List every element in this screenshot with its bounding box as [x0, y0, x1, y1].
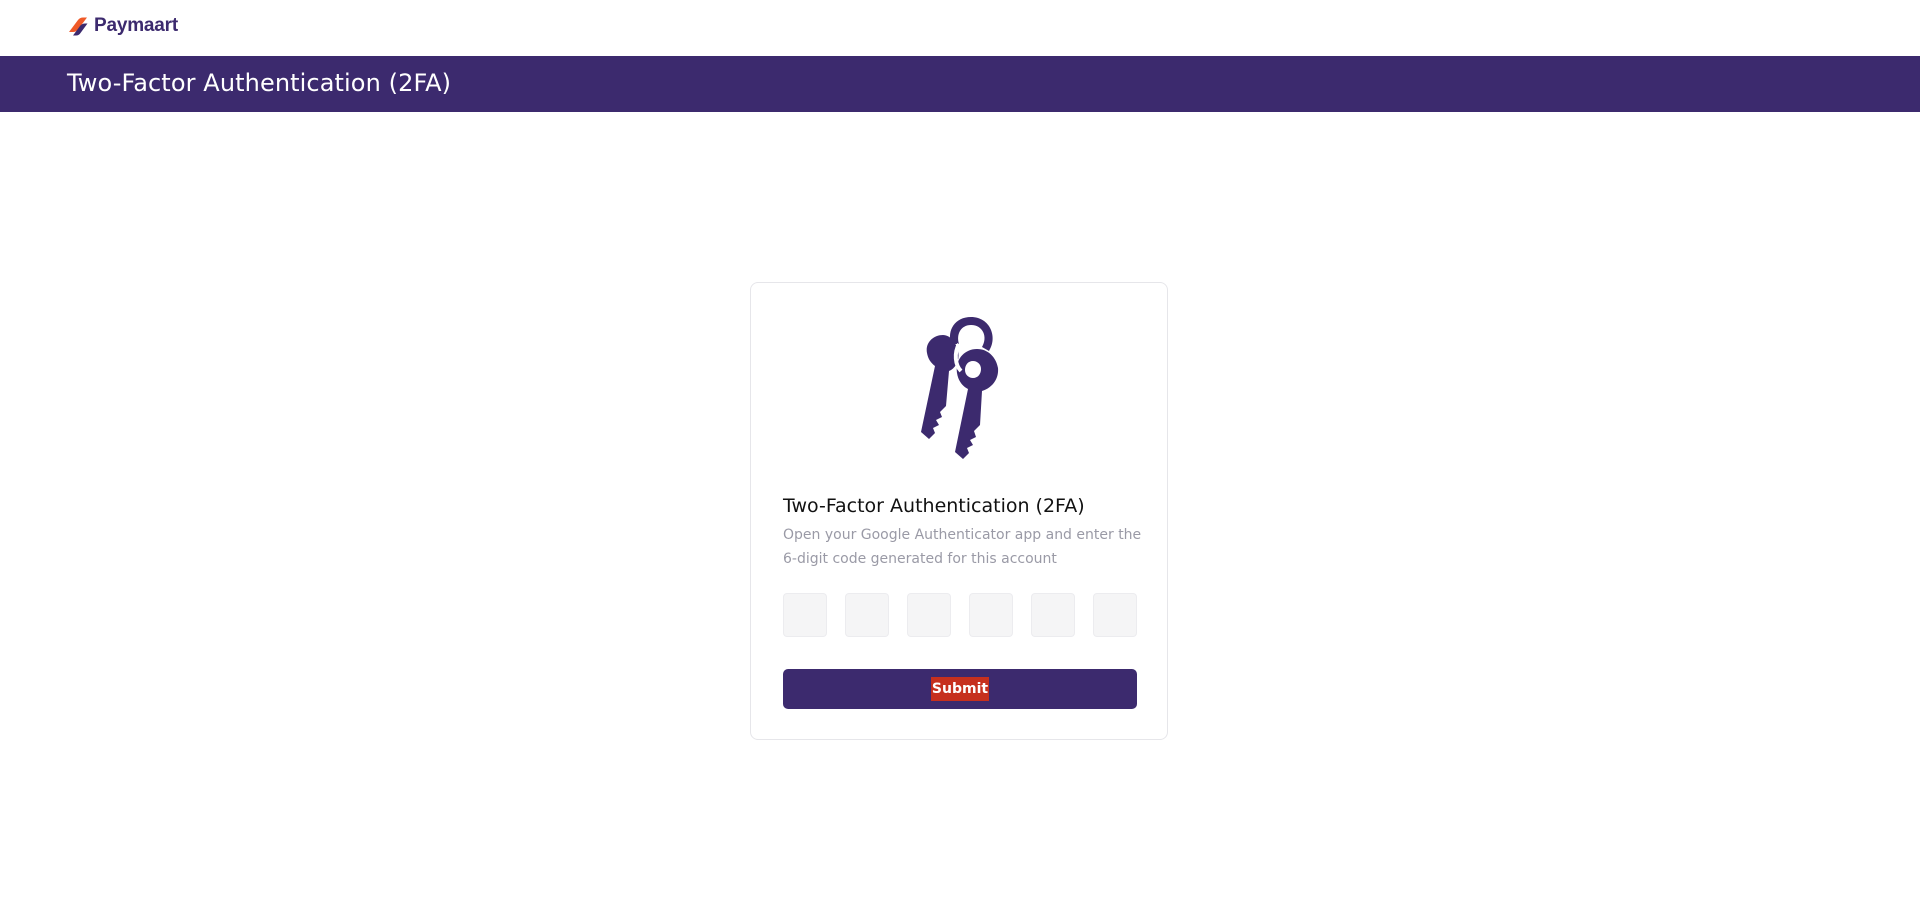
two-factor-card: Two-Factor Authentication (2FA) Open you… [750, 282, 1168, 740]
otp-digit-6[interactable] [1093, 593, 1137, 637]
otp-digit-2[interactable] [845, 593, 889, 637]
page-header-banner: Two-Factor Authentication (2FA) [0, 56, 1920, 112]
otp-digit-5[interactable] [1031, 593, 1075, 637]
keys-icon [921, 317, 999, 459]
otp-digit-4[interactable] [969, 593, 1013, 637]
otp-input-group [783, 593, 1137, 637]
brand-name: Paymaart [94, 15, 178, 36]
card-title: Two-Factor Authentication (2FA) [783, 495, 1085, 517]
paymaart-logo-icon [69, 17, 88, 36]
page-title: Two-Factor Authentication (2FA) [67, 69, 452, 97]
top-bar: Paymaart [0, 0, 1920, 56]
submit-button-label: Submit [930, 677, 990, 701]
card-description: Open your Google Authenticator app and e… [783, 527, 1142, 567]
otp-digit-3[interactable] [907, 593, 951, 637]
otp-digit-1[interactable] [783, 593, 827, 637]
brand-logo[interactable]: Paymaart [66, 14, 178, 38]
submit-button[interactable]: Submit [783, 669, 1137, 709]
